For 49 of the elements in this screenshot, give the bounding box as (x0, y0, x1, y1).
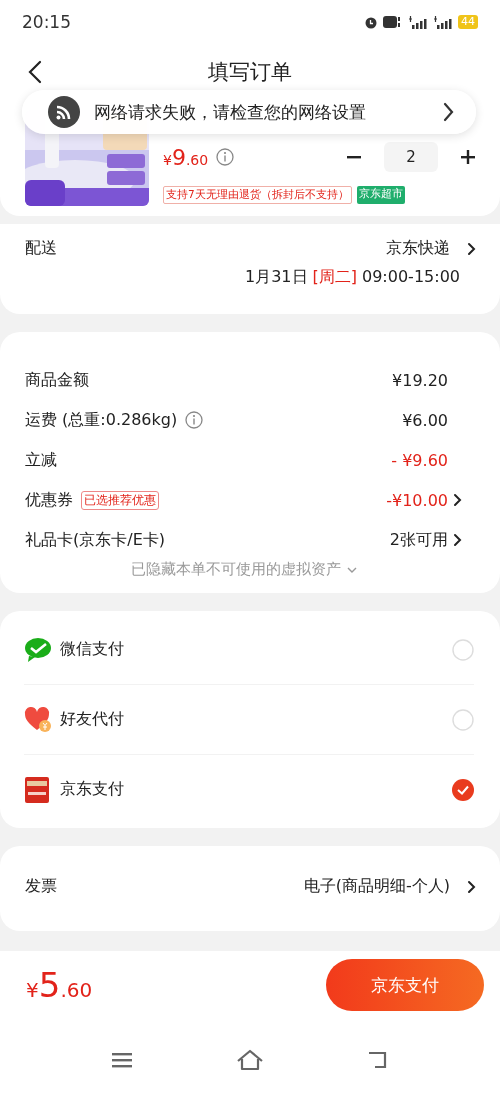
product-tag: 支持7天无理由退货（拆封后不支持） (163, 186, 352, 204)
chat-bubble-check-icon (24, 635, 52, 664)
signal-icon (433, 15, 453, 29)
payment-option[interactable]: 好友代付 (24, 685, 474, 755)
payment-option[interactable]: 微信支付 (24, 615, 474, 685)
home-icon[interactable] (236, 1049, 264, 1071)
delivery-weekday: [周二] (312, 267, 357, 288)
delivery-date: 1月31日 (244, 267, 308, 288)
card-icon (24, 775, 52, 804)
row-value: ¥6.00 (402, 410, 448, 430)
row-value[interactable]: -¥10.00 (386, 490, 448, 510)
delivery-time: 09:00-15:00 (362, 267, 460, 288)
unit-price: ¥9.60 (163, 144, 209, 170)
page-title: 填写订单 (208, 59, 292, 86)
row-label: 礼品卡(京东卡/E卡) (25, 529, 165, 551)
row-label: 商品金额 (25, 369, 89, 391)
pay-button[interactable]: 京东支付 (326, 959, 484, 1011)
row-value: - ¥9.60 (391, 450, 448, 470)
chevron-icon (466, 879, 476, 894)
product-tag: 京东超市 (356, 186, 405, 204)
chevron-icon (466, 241, 476, 256)
total-price: ¥5.60 (26, 965, 93, 1005)
chevron-icon (442, 102, 454, 122)
row-label: 优惠券 (25, 489, 73, 511)
network-error-toast[interactable]: 网络请求失败，请检查您的网络设置 (22, 90, 476, 134)
info-icon (216, 148, 235, 166)
radio-icon[interactable] (452, 708, 474, 731)
plus-icon[interactable] (460, 149, 476, 165)
back-icon[interactable] (28, 60, 42, 84)
row-label: 立减 (25, 449, 57, 471)
quantity-field[interactable]: 2 (384, 142, 438, 172)
row-value[interactable]: 2张可用 (389, 529, 448, 551)
invoice-value[interactable]: 电子(商品明细-个人) (303, 876, 450, 897)
payment-option[interactable]: 京东支付 (24, 755, 474, 824)
coupon-tag: 已选推荐优惠 (81, 490, 159, 510)
delivery-carrier[interactable]: 京东快递 (386, 238, 450, 259)
toast-message: 网络请求失败，请检查您的网络设置 (94, 100, 367, 124)
row-label: 运费 (总重:0.286kg) (25, 409, 178, 431)
battery-level: 44 (458, 15, 478, 29)
radio-checked-icon[interactable] (452, 778, 474, 801)
invoice-label: 发票 (25, 876, 57, 897)
delivery-label: 配送 (25, 238, 57, 259)
heart-coin-icon (24, 705, 52, 734)
row-value: ¥19.20 (392, 370, 448, 390)
chevron-down-icon (346, 565, 357, 574)
clock-time: 20:15 (22, 12, 71, 32)
menu-icon[interactable] (111, 1051, 134, 1069)
signal-icon (408, 15, 428, 29)
radio-icon[interactable] (452, 638, 474, 661)
